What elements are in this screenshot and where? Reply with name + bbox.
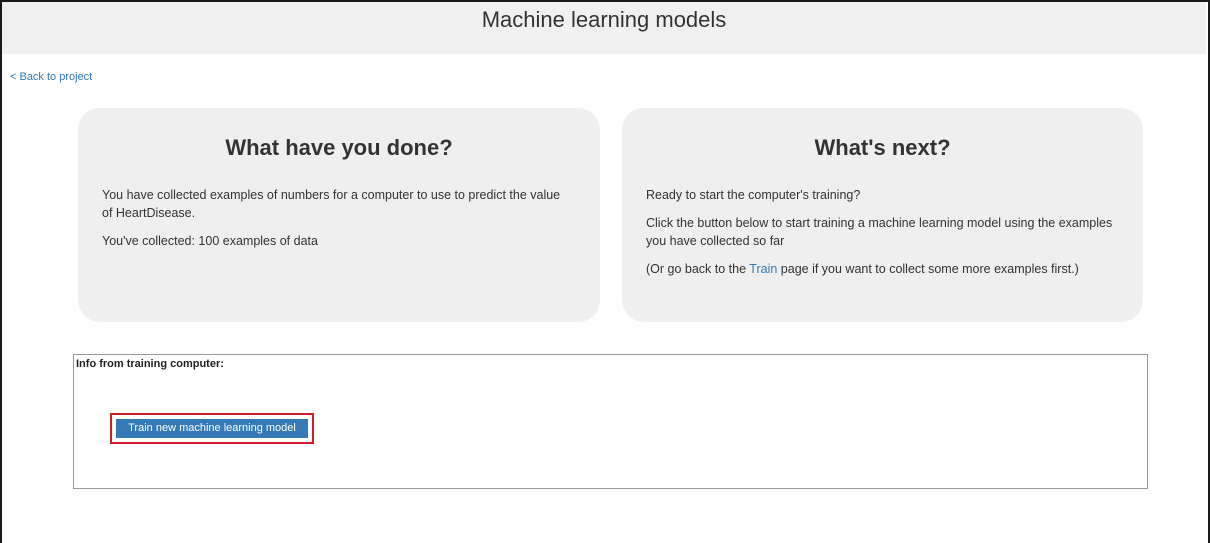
go-back-text-after: page if you want to collect some more ex… bbox=[777, 262, 1079, 276]
panel-heading-done: What have you done? bbox=[225, 135, 453, 160]
highlight-outline: Train new machine learning model bbox=[110, 413, 314, 444]
collected-count: You've collected: 100 examples of data bbox=[102, 234, 318, 248]
train-page-link[interactable]: Train bbox=[749, 262, 777, 276]
collected-description: You have collected examples of numbers f… bbox=[102, 188, 561, 220]
panel-body-done: You have collected examples of numbers f… bbox=[102, 186, 570, 260]
page-header: Machine learning models bbox=[2, 2, 1206, 54]
training-info-label: Info from training computer: bbox=[76, 358, 224, 370]
instruction-text: Click the button below to start training… bbox=[646, 216, 1113, 248]
go-back-text: (Or go back to the Train page if you wan… bbox=[646, 260, 1113, 278]
ready-text: Ready to start the computer's training? bbox=[646, 188, 861, 202]
panel-body-next: Ready to start the computer's training? … bbox=[646, 186, 1113, 288]
what-have-you-done-panel: What have you done? You have collected e… bbox=[78, 108, 600, 322]
whats-next-panel: What's next? Ready to start the computer… bbox=[622, 108, 1143, 322]
back-to-project-link[interactable]: < Back to project bbox=[10, 71, 92, 83]
train-model-button[interactable]: Train new machine learning model bbox=[116, 419, 308, 438]
panel-heading-next: What's next? bbox=[814, 135, 951, 160]
training-info-box: Info from training computer: Train new m… bbox=[73, 354, 1148, 489]
page-title: Machine learning models bbox=[481, 7, 727, 32]
go-back-text-before: (Or go back to the bbox=[646, 262, 750, 276]
